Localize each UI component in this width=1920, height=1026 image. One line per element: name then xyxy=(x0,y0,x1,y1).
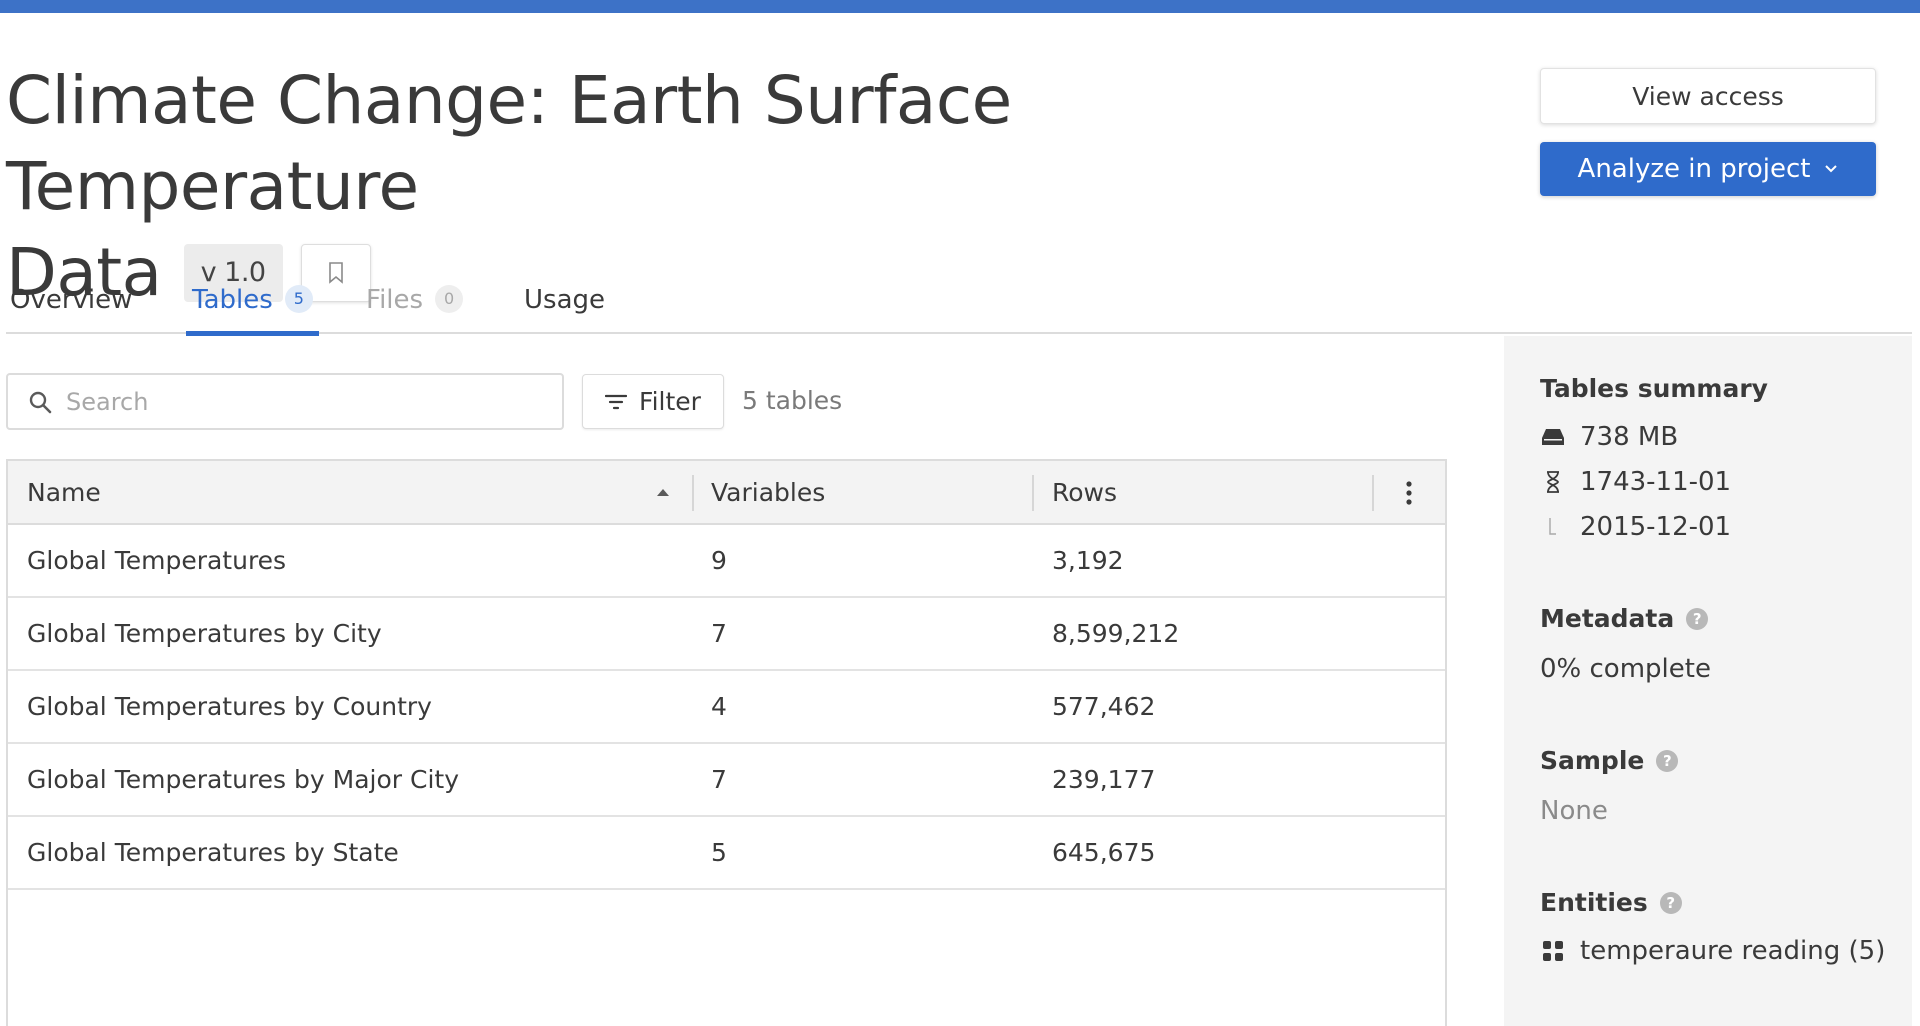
table-row[interactable]: Global Temperatures by Major City 7 239,… xyxy=(8,744,1445,817)
cell-variables: 7 xyxy=(711,619,727,648)
help-icon[interactable]: ? xyxy=(1686,607,1709,630)
filter-icon xyxy=(605,394,628,409)
help-icon[interactable]: ? xyxy=(1659,891,1682,914)
tab-usage[interactable]: Usage xyxy=(524,280,605,334)
storage-icon xyxy=(1542,429,1564,445)
metadata-value: 0% complete xyxy=(1540,654,1711,684)
cell-name: Global Temperatures xyxy=(27,546,287,575)
tab-files[interactable]: Files 0 xyxy=(366,280,464,334)
cell-rows: 239,177 xyxy=(1052,765,1156,794)
top-accent-bar xyxy=(0,0,1920,13)
entity-item[interactable]: temperaure reading (5) xyxy=(1540,936,1885,966)
cell-name: Global Temperatures by Country xyxy=(27,692,432,721)
table-count: 5 tables xyxy=(742,386,843,415)
analyze-in-project-label: Analyze in project xyxy=(1577,154,1811,184)
cell-name: Global Temperatures by State xyxy=(27,838,399,867)
tab-tables-label: Tables xyxy=(192,285,273,315)
entity-item-label: temperaure reading (5) xyxy=(1580,936,1886,966)
filter-button[interactable]: Filter xyxy=(582,374,724,429)
chevron-down-icon xyxy=(1825,165,1838,173)
metadata-heading-label: Metadata xyxy=(1540,604,1675,633)
summary-title: Tables summary xyxy=(1540,374,1768,403)
table-row[interactable]: Global Temperatures by Country 4 577,462 xyxy=(8,671,1445,744)
tables-summary-panel: Tables summary 738 MB 1743-11-01 2015-12… xyxy=(1504,336,1912,1026)
tab-bar: Overview Tables 5 Files 0 Usage xyxy=(6,280,1912,336)
sample-value: None xyxy=(1540,796,1608,826)
tab-tables-count-badge: 5 xyxy=(284,285,313,313)
table-row[interactable]: Global Temperatures by City 7 8,599,212 xyxy=(8,598,1445,671)
cell-rows: 8,599,212 xyxy=(1052,619,1180,648)
summary-start-date-value: 1743-11-01 xyxy=(1580,467,1732,497)
tab-files-count-badge: 0 xyxy=(435,285,464,313)
summary-end-date-value: 2015-12-01 xyxy=(1580,512,1732,542)
summary-end-date: 2015-12-01 xyxy=(1540,512,1731,542)
cell-variables: 4 xyxy=(711,692,727,721)
help-icon[interactable]: ? xyxy=(1656,749,1679,772)
view-access-button[interactable]: View access xyxy=(1540,68,1876,124)
sort-asc-icon[interactable] xyxy=(656,487,670,497)
search-input[interactable] xyxy=(66,387,536,416)
cell-variables: 5 xyxy=(711,838,727,867)
cell-rows: 3,192 xyxy=(1052,546,1124,575)
cell-variables: 7 xyxy=(711,765,727,794)
column-header-variables[interactable]: Variables xyxy=(711,461,825,523)
cell-name: Global Temperatures by Major City xyxy=(27,765,459,794)
table-row[interactable]: Global Temperatures by State 5 645,675 xyxy=(8,817,1445,890)
column-separator[interactable] xyxy=(692,475,694,511)
summary-start-date: 1743-11-01 xyxy=(1540,467,1731,497)
metadata-heading: Metadata ? xyxy=(1540,604,1709,633)
analyze-in-project-button[interactable]: Analyze in project xyxy=(1540,142,1876,196)
summary-size: 738 MB xyxy=(1540,422,1678,452)
sample-heading-label: Sample xyxy=(1540,746,1645,775)
summary-title-label: Tables summary xyxy=(1540,374,1768,403)
cell-variables: 9 xyxy=(711,546,727,575)
filter-button-label: Filter xyxy=(639,387,701,416)
kebab-menu-icon[interactable] xyxy=(1404,479,1414,507)
summary-size-value: 738 MB xyxy=(1580,422,1679,452)
hourglass-icon xyxy=(1547,471,1559,493)
entities-heading-label: Entities xyxy=(1540,888,1648,917)
tab-files-label: Files xyxy=(366,285,424,315)
entities-heading: Entities ? xyxy=(1540,888,1682,917)
page-title-line1: Climate Change: Earth Surface Temperatur… xyxy=(6,62,1012,225)
column-header-rows[interactable]: Rows xyxy=(1052,461,1117,523)
cell-rows: 577,462 xyxy=(1052,692,1156,721)
column-separator xyxy=(1372,475,1374,511)
tables-table: Name Variables Rows Global Temperatures … xyxy=(6,459,1447,1026)
cell-rows: 645,675 xyxy=(1052,838,1156,867)
column-header-name[interactable]: Name xyxy=(27,461,101,523)
tab-usage-label: Usage xyxy=(524,285,606,315)
table-header: Name Variables Rows xyxy=(8,461,1445,525)
tab-tables[interactable]: Tables 5 xyxy=(186,280,319,336)
entities-grid-icon xyxy=(1543,941,1563,961)
tab-overview-label: Overview xyxy=(10,285,133,315)
search-icon xyxy=(29,391,52,413)
page-title: Climate Change: Earth Surface Temperatur… xyxy=(6,58,1326,316)
end-date-icon xyxy=(1549,518,1556,535)
cell-name: Global Temperatures by City xyxy=(27,619,382,648)
search-box xyxy=(6,373,564,430)
sample-heading: Sample ? xyxy=(1540,746,1679,775)
table-row[interactable]: Global Temperatures 9 3,192 xyxy=(8,525,1445,598)
tab-overview[interactable]: Overview xyxy=(10,280,132,334)
column-separator[interactable] xyxy=(1032,475,1034,511)
